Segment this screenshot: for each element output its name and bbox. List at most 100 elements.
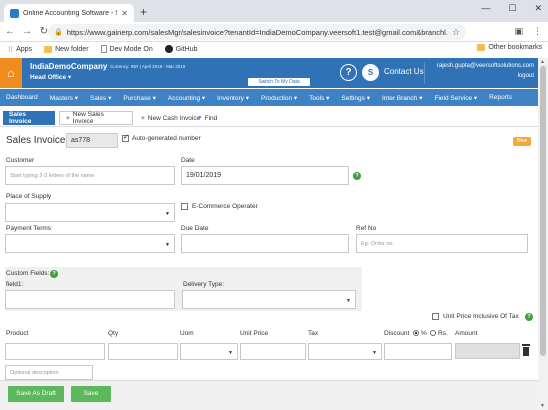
menu-settings[interactable]: Settings ▾ [335,94,376,102]
due-date-input[interactable] [181,234,349,253]
place-of-supply-label: Place of Supply [6,193,52,200]
menu-masters[interactable]: Masters ▾ [44,94,84,102]
back-icon[interactable]: ← [3,26,17,37]
qty-input[interactable] [108,343,178,360]
bookmark-apps[interactable]: ⁝⁝ Apps [8,45,32,54]
bookmark-star-icon[interactable]: ☆ [452,27,460,38]
rs-radio-icon[interactable] [430,330,436,336]
browser-tabstrip: Online Accounting Software - Sa ✕ + — ☐ … [0,0,548,22]
col-qty: Qty [108,330,119,337]
plus-icon: + [141,114,145,122]
browser-extensions: ▣ ⋮ [514,26,542,37]
tax-select[interactable]: ▼ [308,343,382,360]
uom-select[interactable]: ▼ [180,343,238,360]
menu-sales[interactable]: Sales ▾ [84,94,117,102]
unit-price-inclusive-checkbox[interactable] [432,313,439,320]
delivery-type-label: Delivery Type: [183,281,225,288]
menu-reports[interactable]: Reports [483,94,518,101]
col-product: Product [6,330,29,337]
unit-price-help-icon[interactable]: ? [525,313,533,321]
bookmark-dev-mode[interactable]: Dev Mode On [100,45,153,53]
switch-to-my-data-button[interactable]: Switch To My Data [248,78,310,86]
home-icon[interactable]: ⌂ [0,58,22,88]
contact-us-link[interactable]: Contact Us [384,67,424,76]
folder-icon [44,45,53,53]
payment-terms-label: Payment Terms [6,225,52,232]
header-divider [424,62,425,84]
skype-icon[interactable]: S [362,64,379,81]
browser-toolbar: ← → ↻ 🔒 https://www.gainerp.com/salesMgr… [0,22,548,42]
dropdown-arrow-icon: ▼ [165,211,170,217]
camera-icon[interactable]: ▣ [514,26,523,37]
menu-dots-icon[interactable]: ⋮ [533,26,542,37]
tab-sales-invoice[interactable]: Sales Invoice [3,111,55,125]
scroll-up-icon[interactable]: ▲ [540,59,545,65]
col-amount: Amount [455,330,478,337]
place-of-supply-select[interactable]: ▼ [5,203,175,222]
date-input[interactable]: 19/01/2019 [181,166,349,185]
main-menu: Dashboard Masters ▾ Sales ▾ Purchase ▾ A… [0,89,538,106]
url-text: https://www.gainerp.com/salesMgr/salesin… [66,27,448,37]
payment-terms-select[interactable]: ▼ [5,234,175,253]
save-button[interactable]: Save [71,386,111,402]
delivery-type-select[interactable]: ▼ [182,290,356,309]
minimize-icon[interactable]: — [481,3,490,14]
menu-tools[interactable]: Tools ▾ [303,94,335,102]
menu-dashboard[interactable]: Dashboard [0,94,44,101]
app-header: ⌂ IndiaDemoCompany Head Office ▾ Currenc… [0,58,538,88]
ecommerce-checkbox[interactable] [181,203,188,210]
tab-find[interactable]: ⌕ Find [192,111,223,125]
plus-icon: + [66,114,70,122]
product-input[interactable] [5,343,105,360]
field1-input[interactable] [5,290,175,309]
close-window-icon[interactable]: ✕ [534,3,542,14]
page-icon [100,45,107,53]
menu-inventory[interactable]: Inventory ▾ [211,94,255,102]
menu-field-service[interactable]: Field Service ▾ [428,94,483,102]
discount-input[interactable] [384,343,452,360]
close-tab-icon[interactable]: ✕ [121,9,128,18]
custom-fields-help-icon[interactable]: ? [50,270,58,278]
logout-link[interactable]: logout [518,73,534,79]
address-bar[interactable]: 🔒 https://www.gainerp.com/salesMgr/sales… [48,24,466,40]
company-name[interactable]: IndiaDemoCompany [30,62,107,71]
menu-accounting[interactable]: Accounting ▾ [162,94,211,102]
ref-no-input[interactable]: Eg: Order no. [356,234,528,253]
menu-purchase[interactable]: Purchase ▾ [117,94,162,102]
customer-input[interactable]: Start typing 2-3 letters of the name [5,166,175,185]
delete-row-icon[interactable] [522,344,530,356]
menu-inter-branch[interactable]: Inter Branch ▾ [376,94,429,102]
bookmark-github[interactable]: GitHub [164,45,198,53]
description-input[interactable]: Optional description [5,365,93,380]
invoice-number-field[interactable]: as778 [66,133,118,148]
scroll-down-icon[interactable]: ▼ [540,403,545,409]
ecommerce-label: E-Commerce Operater [192,203,258,210]
discount-rs-option[interactable]: Rs. [430,330,448,337]
bookmark-new-folder[interactable]: New folder [44,45,89,53]
page-scrollbar[interactable]: ▲ ▼ [538,58,548,410]
apps-grid-icon: ⁝⁝ [8,44,14,54]
percent-radio-icon[interactable] [413,330,419,336]
github-icon [164,45,173,53]
auto-generated-label: Auto-generated number [132,135,201,142]
dropdown-arrow-icon: ▼ [346,298,351,304]
forward-icon[interactable]: → [20,26,34,37]
branch-name[interactable]: Head Office ▾ [30,73,71,81]
bookmarks-bar: ⁝⁝ Apps New folder Dev Mode On GitHub Oth… [0,42,548,56]
menu-production[interactable]: Production ▾ [255,94,303,102]
unit-price-input[interactable] [240,343,306,360]
new-tab-button[interactable]: + [140,5,147,19]
discount-percent-option[interactable]: % [413,330,427,337]
save-as-draft-button[interactable]: Save As Draft [8,386,64,402]
auto-generated-checkbox[interactable] [122,133,129,142]
col-discount: Discount [384,330,410,337]
scrollbar-thumb[interactable] [540,66,546,356]
browser-tab[interactable]: Online Accounting Software - Sa ✕ [4,4,134,22]
help-icon[interactable]: ? [340,64,357,81]
other-bookmarks[interactable]: Other bookmarks [477,44,542,51]
customer-label: Customer [6,157,35,164]
col-tax: Tax [308,330,319,337]
date-help-icon[interactable]: ? [353,172,361,180]
tab-new-sales-invoice[interactable]: + New Sales Invoice [59,111,133,125]
maximize-icon[interactable]: ☐ [508,3,516,14]
